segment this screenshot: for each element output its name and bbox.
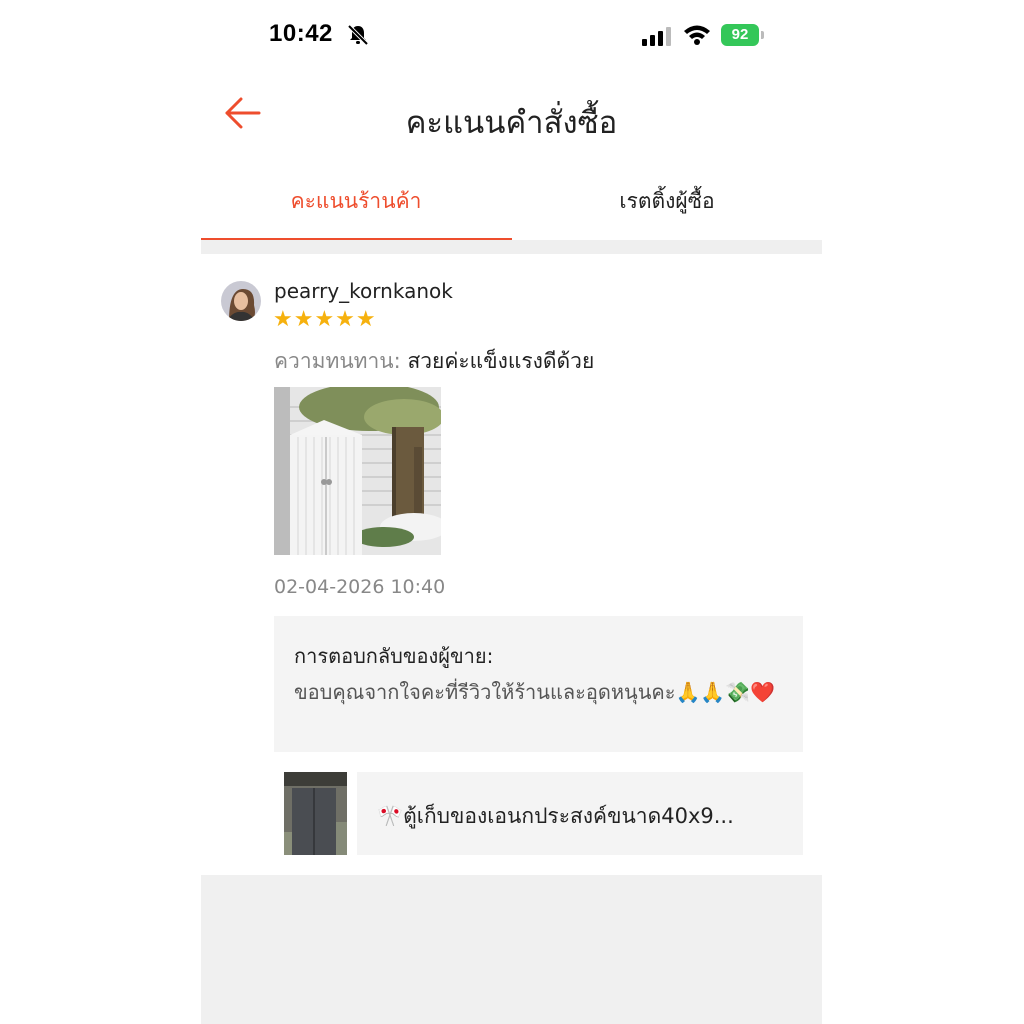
status-time: 10:42 [269,20,333,47]
wifi-icon [684,25,710,45]
footer-background [201,875,822,1024]
product-card[interactable]: 🎌ตู้เก็บของเอนกประสงค์ขนาด40x9... [274,772,803,855]
header: คะแนนคำสั่งซื้อ [201,75,822,155]
battery-level: 92 [721,24,759,46]
battery-icon: 92 [721,24,765,46]
review-timestamp: 02-04-2026 10:40 [274,576,446,598]
page-title: คะแนนคำสั่งซื้อ [405,105,618,141]
app-screen: 10:42 92 คะแนนคำสั่งซื้อ คะแนนร้านค้า เร… [201,0,822,1024]
seller-reply-text: ขอบคุณจากใจคะที่รีวิวให้ร้านและอุดหนุนคะ… [294,680,776,704]
seller-reply-label: การตอบกลับของผู้ขาย: [294,644,494,668]
status-bar: 10:42 92 [201,0,822,70]
review-photo[interactable] [274,387,441,555]
tab-buyer-rating[interactable]: เรตติ้งผู้ซื้อ [512,172,822,238]
tab-bar: คะแนนร้านค้า เรตติ้งผู้ซื้อ [201,172,822,242]
reviewer-username: pearry_kornkanok [274,279,453,303]
product-title: 🎌ตู้เก็บของเอนกประสงค์ขนาด40x9... [377,804,734,828]
product-thumbnail [274,772,357,855]
review-text: ความทนทาน: สวยค่ะแข็งแรงดีด้วย [274,345,594,378]
star-rating: ★★★★★ [273,307,377,332]
review-attribute-label: ความทนทาน: [274,349,401,373]
review-comment: สวยค่ะแข็งแรงดีด้วย [407,349,595,373]
bell-slash-icon [347,24,369,46]
cellular-signal-icon [642,27,671,46]
tab-shop-rating[interactable]: คะแนนร้านค้า [201,172,511,238]
section-divider [201,240,822,254]
seller-reply-box: การตอบกลับของผู้ขาย: ขอบคุณจากใจคะที่รีว… [274,616,803,752]
avatar[interactable] [221,281,261,321]
